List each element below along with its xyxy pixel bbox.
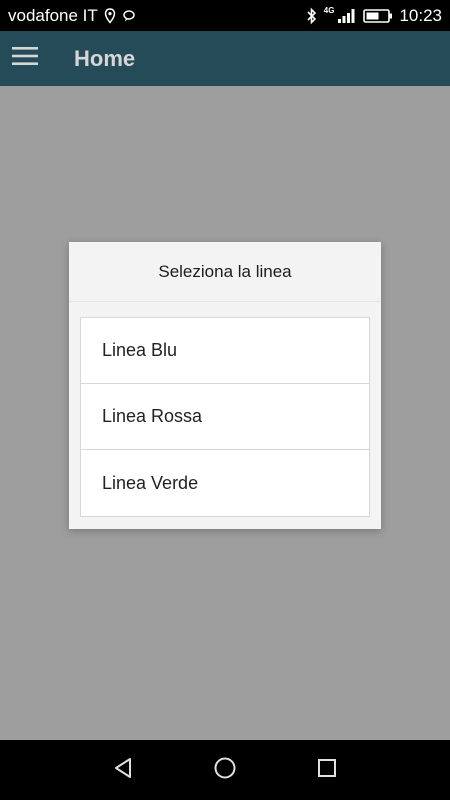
bluetooth-icon [306,7,318,25]
app-bar: Home [0,31,450,86]
status-bar: vodafone IT 4G 10:23 [0,0,450,31]
network-type-label: 4G [323,6,335,15]
home-icon [213,756,237,785]
signal-icon [337,8,357,24]
back-button[interactable] [108,755,138,785]
chat-bubble-icon [122,9,136,23]
location-icon [104,7,116,24]
option-linea-rossa[interactable]: Linea Rossa [81,384,369,450]
battery-icon [363,8,393,24]
status-right: 4G 10:23 [306,6,442,26]
back-icon [111,756,135,785]
option-linea-blu[interactable]: Linea Blu [81,318,369,384]
carrier-name: vodafone IT [8,5,98,25]
status-left: vodafone IT [8,6,136,26]
recents-icon [315,756,339,785]
option-list: Linea Blu Linea Rossa Linea Verde [80,317,370,517]
screen: vodafone IT 4G 10:23 Home Seleziona la l… [0,0,450,800]
page-title: Home [74,45,136,71]
home-button[interactable] [210,755,240,785]
dialog-title: Seleziona la linea [158,261,292,281]
menu-button[interactable] [0,31,50,86]
nav-bar [0,740,450,800]
clock: 10:23 [399,5,442,25]
dialog-header: Seleziona la linea [69,242,381,302]
hamburger-menu-icon [12,46,38,71]
recents-button[interactable] [312,755,342,785]
line-select-dialog: Seleziona la linea Linea Blu Linea Rossa… [69,242,381,529]
option-linea-verde[interactable]: Linea Verde [81,450,369,516]
